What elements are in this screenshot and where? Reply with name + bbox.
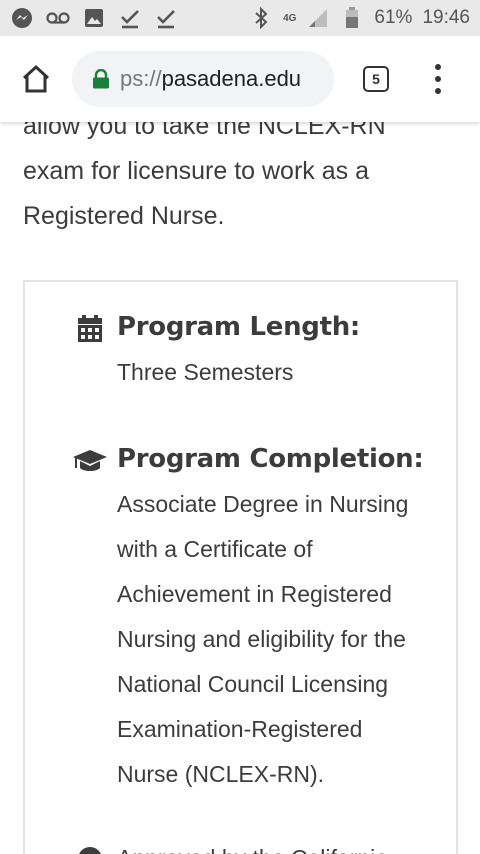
url-host: pasadena.edu [161, 66, 302, 91]
tab-switcher-button[interactable]: 5 [334, 36, 418, 122]
desc-line: Examination-Registered [117, 716, 363, 742]
desc-line: Approved by the California [117, 836, 437, 854]
circle-icon [73, 844, 107, 854]
desc-line: Associate Degree in Nursing [117, 491, 409, 517]
browser-toolbar: ps://pasadena.edu 5 [0, 36, 480, 122]
check-icon [154, 6, 178, 30]
graduation-cap-icon [71, 446, 109, 476]
voicemail-icon [46, 6, 70, 30]
menu-dot [435, 88, 441, 94]
program-completion-desc: Associate Degree in Nursing with a Certi… [117, 482, 437, 797]
program-length-desc: Three Semesters [117, 350, 437, 395]
tab-count: 5 [363, 66, 389, 92]
desc-line: with a Certificate of [117, 536, 313, 562]
status-bar: 4G 61% 19:46 [0, 0, 480, 36]
home-button[interactable] [0, 36, 72, 122]
home-icon [22, 65, 50, 93]
battery-icon [340, 6, 364, 30]
desc-line: Achievement in Registered [117, 581, 392, 607]
program-info-card: Program Length: Three Semesters Program … [23, 280, 458, 854]
desc-line: Nursing and eligibility for the [117, 626, 406, 652]
clock: 19:46 [422, 7, 470, 28]
intro-line: Registered Nurse. [23, 202, 225, 230]
url-text: ps://pasadena.edu [120, 66, 301, 92]
bluetooth-icon [249, 6, 273, 30]
desc-line: Nurse (NCLEX-RN). [117, 761, 325, 787]
menu-dot [435, 64, 441, 70]
battery-percent: 61% [374, 7, 413, 28]
menu-dot [435, 76, 441, 82]
program-completion-title: Program Completion: [117, 444, 424, 474]
status-right-icons: 4G 61% 19:46 [249, 6, 470, 30]
image-icon [82, 6, 106, 30]
overflow-menu-button[interactable] [418, 36, 458, 122]
page-content: allow you to take the NCLEX-RN exam for … [0, 104, 480, 854]
intro-line: exam for licensure to work as a [23, 157, 369, 185]
intro-paragraph: allow you to take the NCLEX-RN exam for … [0, 104, 480, 239]
desc-line: National Council Licensing [117, 671, 389, 697]
messenger-icon [10, 6, 34, 30]
signal-icon [306, 6, 330, 30]
check-icon [118, 6, 142, 30]
program-length-title: Program Length: [117, 312, 361, 342]
network-type: 4G [283, 12, 297, 24]
calendar-icon [73, 314, 107, 344]
address-bar[interactable]: ps://pasadena.edu [72, 51, 334, 107]
desc-line: Three Semesters [117, 359, 294, 385]
approval-desc: Approved by the California [117, 836, 437, 854]
lock-icon [93, 69, 109, 89]
url-scheme: ps:// [120, 66, 162, 91]
status-left-icons [10, 6, 178, 30]
